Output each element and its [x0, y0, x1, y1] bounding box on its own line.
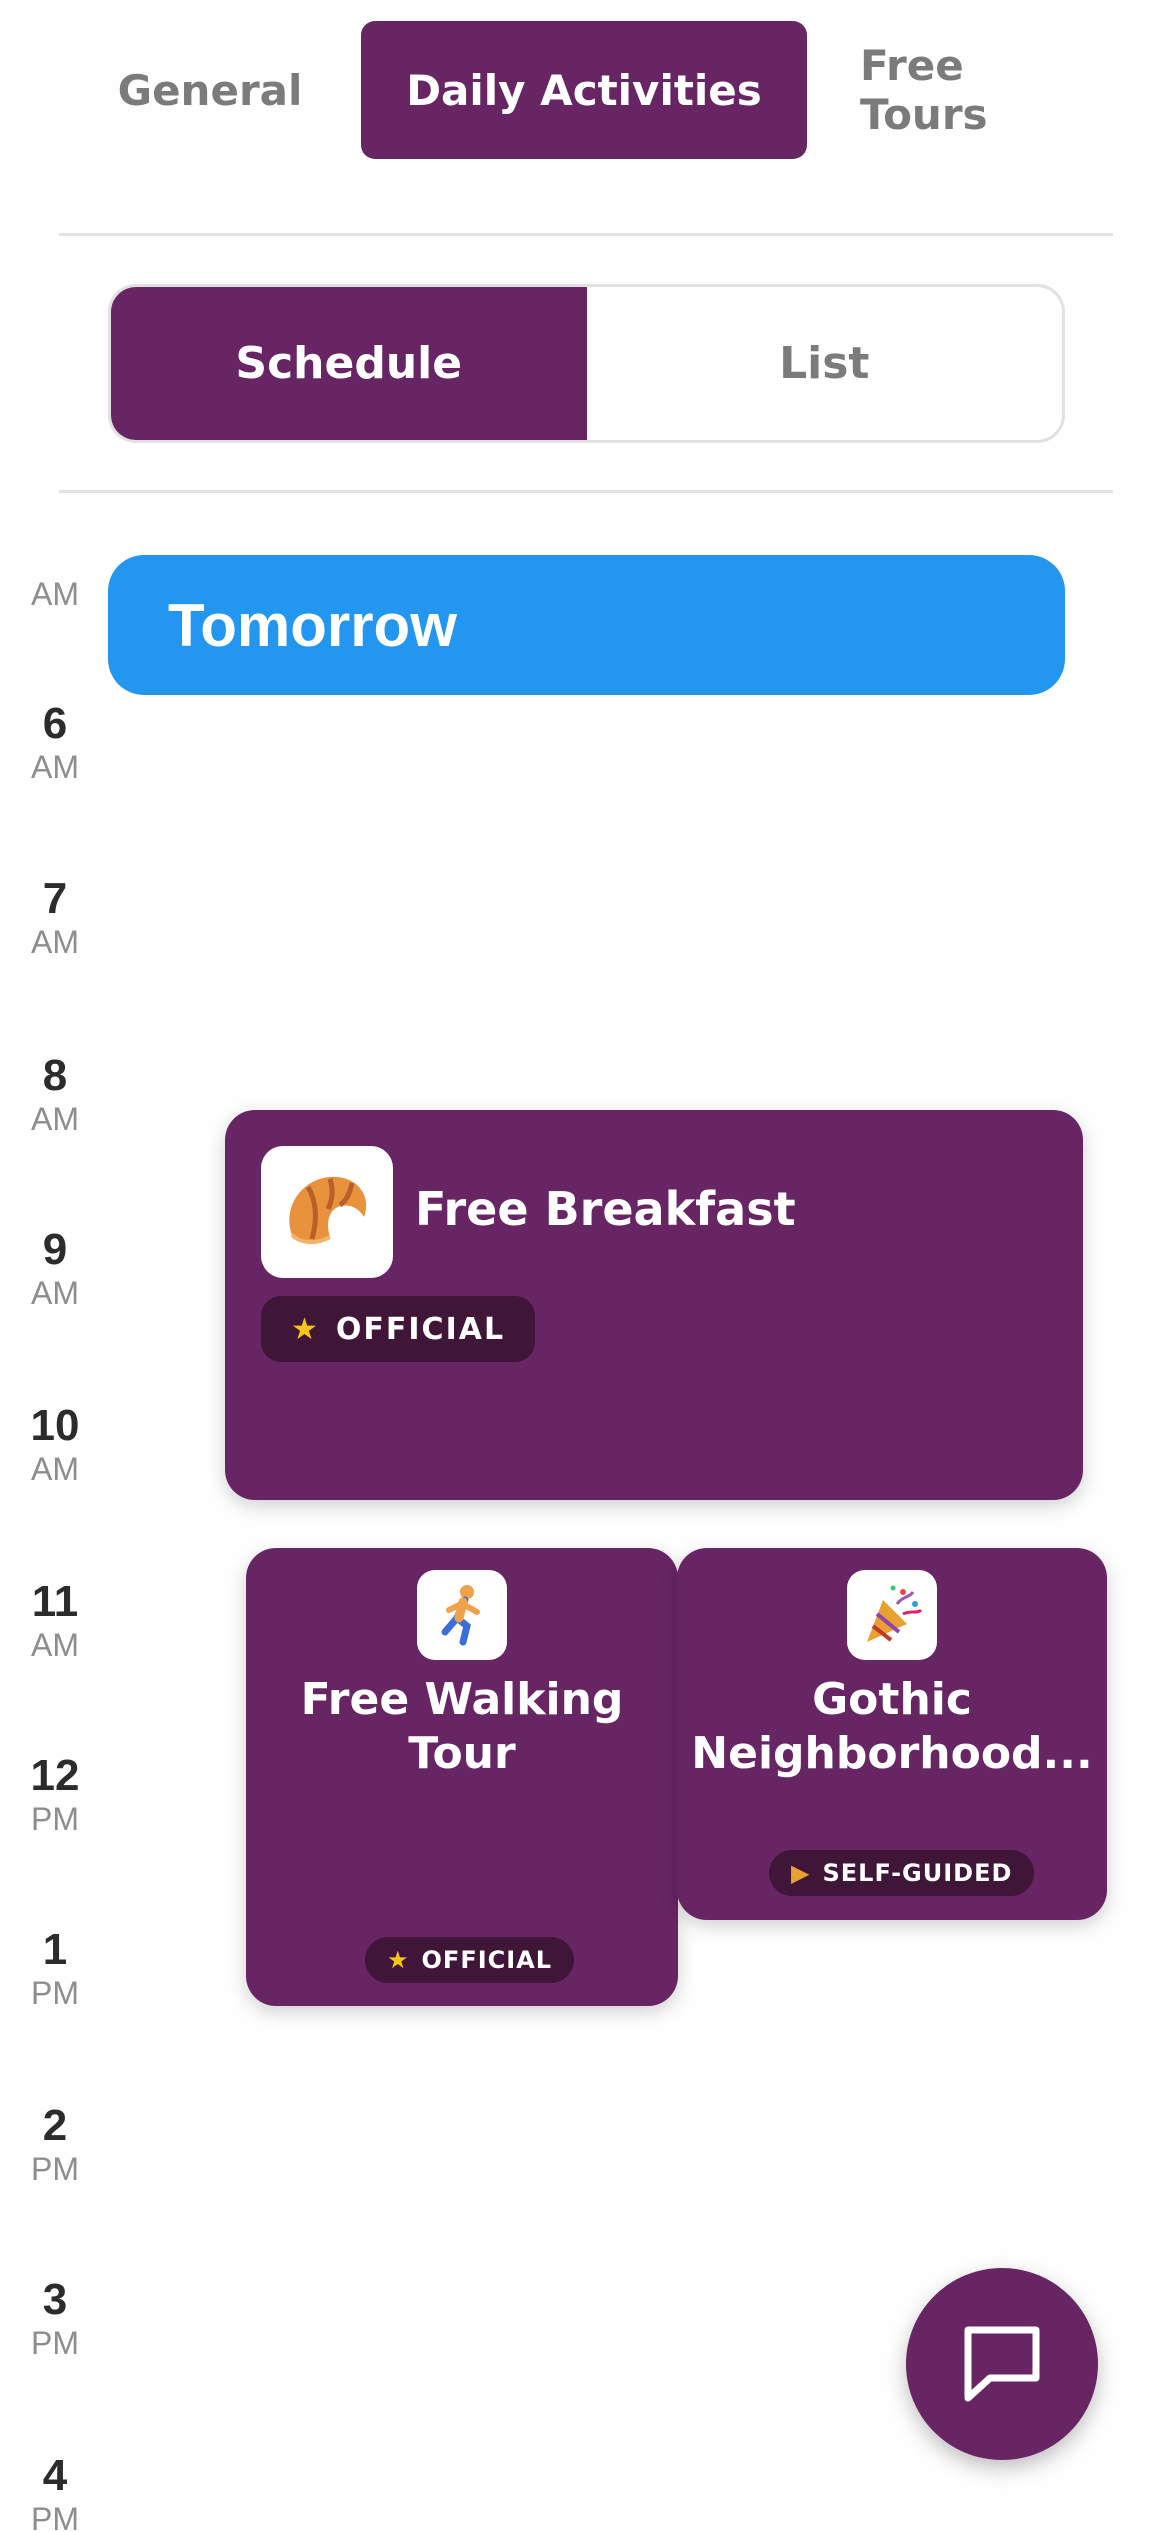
tab-daily-activities[interactable]: Daily Activities	[361, 21, 807, 159]
hour-ampm: PM	[31, 1975, 79, 2011]
hour-label: 6 AM	[0, 700, 110, 786]
badge-label: OFFICIAL	[421, 1946, 553, 1974]
self-guided-badge: ▶ SELF-GUIDED	[769, 1850, 1035, 1896]
hour-ampm: PM	[31, 2151, 79, 2187]
shoe-icon: ▶	[791, 1859, 811, 1887]
hour-number: 1	[42, 1925, 68, 1974]
hour-label: 12 PM	[0, 1752, 110, 1838]
hour-ampm: AM	[31, 1275, 79, 1311]
tab-free-tours[interactable]: Free Tours	[860, 21, 1100, 159]
hour-label: 3 PM	[0, 2276, 110, 2362]
tab-general[interactable]: General	[95, 21, 325, 159]
official-badge: ★ OFFICIAL	[261, 1296, 536, 1362]
view-toggle: Schedule List	[108, 284, 1065, 443]
divider-top	[59, 233, 1113, 236]
hour-ampm: AM	[31, 576, 79, 612]
star-icon: ★	[291, 1311, 320, 1347]
hour-number: 12	[30, 1751, 80, 1800]
event-title-text: Gothic Neighborhood...	[691, 1674, 1093, 1779]
hour-number: 7	[42, 874, 68, 923]
hour-label: 7 AM	[0, 875, 110, 961]
chat-button[interactable]	[906, 2268, 1098, 2460]
event-card-free-walking-tour[interactable]: Free Walking Tour ★ OFFICIAL	[246, 1548, 678, 2006]
chat-bubble-icon	[964, 2326, 1040, 2402]
hour-ampm: AM	[31, 749, 79, 785]
schedule-toggle-button[interactable]: Schedule	[111, 287, 587, 440]
hour-label: 10 AM	[0, 1402, 110, 1488]
list-toggle-button[interactable]: List	[587, 287, 1063, 440]
party-popper-icon	[847, 1570, 937, 1660]
hour-number: 8	[42, 1051, 68, 1100]
badge-label: SELF-GUIDED	[822, 1859, 1013, 1887]
hour-number: 11	[31, 1577, 79, 1626]
category-tabs: General Daily Activities Free Tours	[0, 0, 1170, 160]
hour-number: 10	[30, 1401, 80, 1450]
hour-ampm: PM	[31, 1801, 79, 1837]
hour-label: 11 AM	[0, 1578, 110, 1664]
hour-label: 9 AM	[0, 1226, 110, 1312]
badge-label: OFFICIAL	[335, 1311, 506, 1347]
event-card-free-breakfast[interactable]: Free Breakfast ★ OFFICIAL	[225, 1110, 1083, 1500]
event-title: Free Breakfast	[415, 1182, 796, 1236]
hour-ampm: PM	[31, 2325, 79, 2361]
divider-bottom	[59, 490, 1113, 493]
hour-label: 1 PM	[0, 1926, 110, 2012]
croissant-icon	[261, 1146, 393, 1278]
hour-number: 9	[42, 1225, 68, 1274]
hour-number: 6	[42, 699, 68, 748]
star-icon: ★	[387, 1946, 410, 1974]
hour-ampm: PM	[31, 2501, 79, 2532]
hour-number: 3	[42, 2275, 68, 2324]
day-banner-label: Tomorrow	[168, 591, 457, 659]
hour-label: 2 PM	[0, 2102, 110, 2188]
hour-label: 8 AM	[0, 1052, 110, 1138]
hour-label: 4 PM	[0, 2452, 110, 2532]
official-badge: ★ OFFICIAL	[365, 1937, 575, 1983]
hour-number: 4	[42, 2451, 68, 2500]
hour-ampm: AM	[31, 1101, 79, 1137]
runner-icon	[417, 1570, 507, 1660]
hour-ampm: AM	[31, 924, 79, 960]
event-title: Gothic Neighborhood...	[687, 1673, 1097, 1781]
hour-label-partial: AM	[0, 520, 110, 613]
hour-number: 2	[42, 2101, 68, 2150]
hour-ampm: AM	[31, 1627, 79, 1663]
event-title: Free Walking Tour	[300, 1674, 624, 1779]
day-banner: Tomorrow	[108, 555, 1065, 695]
event-card-gothic-neighborhood[interactable]: Gothic Neighborhood... ▶ SELF-GUIDED	[677, 1548, 1107, 1920]
hour-ampm: AM	[31, 1451, 79, 1487]
